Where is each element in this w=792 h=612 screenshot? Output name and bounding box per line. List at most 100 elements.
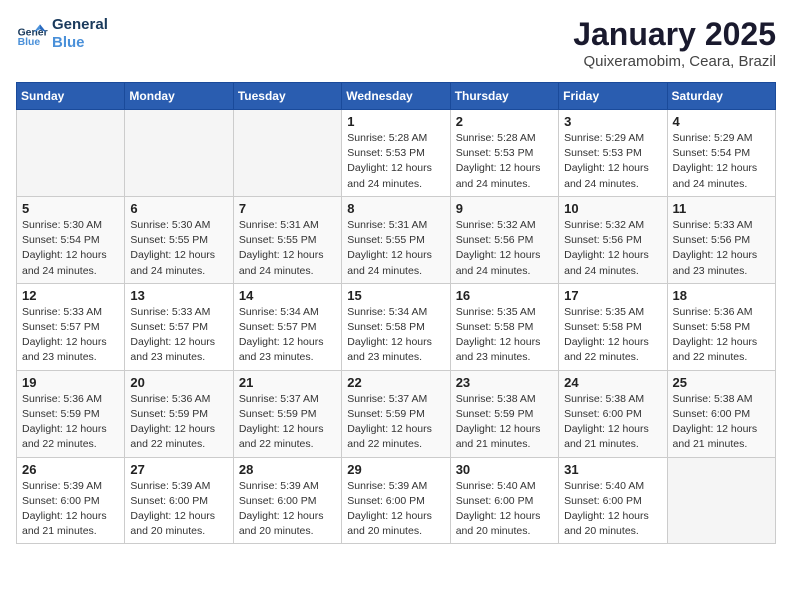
day-info: Sunrise: 5:32 AM Sunset: 5:56 PM Dayligh… — [456, 218, 553, 279]
calendar-cell: 10 Sunrise: 5:32 AM Sunset: 5:56 PM Dayli… — [559, 196, 667, 283]
calendar-cell: 6Sunrise: 5:30 AM Sunset: 5:55 PM Daylig… — [125, 196, 233, 283]
day-info: Sunrise: 5:32 AM Sunset: 5:56 PM Dayligh… — [564, 218, 661, 279]
calendar-cell: 30 Sunrise: 5:40 AM Sunset: 6:00 PM Dayli… — [450, 457, 558, 544]
week-row-2: 5 Sunrise: 5:30 AM Sunset: 5:54 PM Daylig… — [17, 196, 776, 283]
day-number: 1 — [347, 114, 444, 129]
day-info: Sunrise: 5:36 AM Sunset: 5:59 PM Dayligh… — [22, 392, 119, 453]
weekday-header-wednesday: Wednesday — [342, 83, 450, 110]
calendar-cell: 4Sunrise: 5:29 AM Sunset: 5:54 PM Daylig… — [667, 110, 775, 197]
day-info: Sunrise: 5:38 AM Sunset: 6:00 PM Dayligh… — [564, 392, 661, 453]
day-number: 22 — [347, 375, 444, 390]
day-info: Sunrise: 5:36 AM Sunset: 5:59 PM Dayligh… — [130, 392, 227, 453]
logo-icon: General Blue — [16, 18, 48, 50]
day-info: Sunrise: 5:28 AM Sunset: 5:53 PM Dayligh… — [456, 131, 553, 192]
day-info: Sunrise: 5:36 AM Sunset: 5:58 PM Dayligh… — [673, 305, 770, 366]
weekday-header-row: SundayMondayTuesdayWednesdayThursdayFrid… — [17, 83, 776, 110]
day-number: 14 — [239, 288, 336, 303]
calendar-cell: 7 Sunrise: 5:31 AM Sunset: 5:55 PM Daylig… — [233, 196, 341, 283]
day-number: 5 — [22, 201, 119, 216]
calendar-cell: 27Sunrise: 5:39 AM Sunset: 6:00 PM Dayli… — [125, 457, 233, 544]
calendar-cell: 8 Sunrise: 5:31 AM Sunset: 5:55 PM Daylig… — [342, 196, 450, 283]
calendar-cell: 31 Sunrise: 5:40 AM Sunset: 6:00 PM Dayli… — [559, 457, 667, 544]
header: General Blue General Blue January 2025 Q… — [16, 16, 776, 70]
day-number: 25 — [673, 375, 770, 390]
day-number: 29 — [347, 462, 444, 477]
day-number: 3 — [564, 114, 661, 129]
day-info: Sunrise: 5:39 AM Sunset: 6:00 PM Dayligh… — [130, 479, 227, 540]
calendar-cell: 11 Sunrise: 5:33 AM Sunset: 5:56 PM Dayli… — [667, 196, 775, 283]
day-info: Sunrise: 5:40 AM Sunset: 6:00 PM Dayligh… — [456, 479, 553, 540]
day-number: 7 — [239, 201, 336, 216]
calendar-cell — [667, 457, 775, 544]
week-row-3: 12 Sunrise: 5:33 AM Sunset: 5:57 PM Dayli… — [17, 283, 776, 370]
title-block: January 2025 Quixeramobim, Ceara, Brazil — [573, 16, 776, 70]
week-row-1: 1 Sunrise: 5:28 AM Sunset: 5:53 PM Daylig… — [17, 110, 776, 197]
calendar-cell: 14Sunrise: 5:34 AM Sunset: 5:57 PM Dayli… — [233, 283, 341, 370]
day-info: Sunrise: 5:33 AM Sunset: 5:56 PM Dayligh… — [673, 218, 770, 279]
location: Quixeramobim, Ceara, Brazil — [573, 53, 776, 70]
month-title: January 2025 — [573, 16, 776, 53]
calendar-cell: 2 Sunrise: 5:28 AM Sunset: 5:53 PM Daylig… — [450, 110, 558, 197]
day-number: 2 — [456, 114, 553, 129]
day-number: 13 — [130, 288, 227, 303]
calendar-cell: 16 Sunrise: 5:35 AM Sunset: 5:58 PM Dayli… — [450, 283, 558, 370]
day-number: 11 — [673, 201, 770, 216]
day-info: Sunrise: 5:40 AM Sunset: 6:00 PM Dayligh… — [564, 479, 661, 540]
day-number: 12 — [22, 288, 119, 303]
weekday-header-sunday: Sunday — [17, 83, 125, 110]
day-info: Sunrise: 5:33 AM Sunset: 5:57 PM Dayligh… — [22, 305, 119, 366]
day-number: 26 — [22, 462, 119, 477]
weekday-header-friday: Friday — [559, 83, 667, 110]
day-number: 28 — [239, 462, 336, 477]
day-number: 15 — [347, 288, 444, 303]
day-info: Sunrise: 5:39 AM Sunset: 6:00 PM Dayligh… — [22, 479, 119, 540]
calendar-cell: 25 Sunrise: 5:38 AM Sunset: 6:00 PM Dayli… — [667, 370, 775, 457]
day-info: Sunrise: 5:28 AM Sunset: 5:53 PM Dayligh… — [347, 131, 444, 192]
calendar-cell: 26 Sunrise: 5:39 AM Sunset: 6:00 PM Dayli… — [17, 457, 125, 544]
day-info: Sunrise: 5:38 AM Sunset: 5:59 PM Dayligh… — [456, 392, 553, 453]
day-info: Sunrise: 5:31 AM Sunset: 5:55 PM Dayligh… — [239, 218, 336, 279]
day-info: Sunrise: 5:30 AM Sunset: 5:55 PM Dayligh… — [130, 218, 227, 279]
day-info: Sunrise: 5:33 AM Sunset: 5:57 PM Dayligh… — [130, 305, 227, 366]
logo-blue: Blue — [52, 34, 108, 52]
calendar-cell: 21Sunrise: 5:37 AM Sunset: 5:59 PM Dayli… — [233, 370, 341, 457]
day-number: 23 — [456, 375, 553, 390]
calendar-cell — [125, 110, 233, 197]
day-info: Sunrise: 5:39 AM Sunset: 6:00 PM Dayligh… — [239, 479, 336, 540]
day-number: 9 — [456, 201, 553, 216]
calendar-cell: 23 Sunrise: 5:38 AM Sunset: 5:59 PM Dayli… — [450, 370, 558, 457]
calendar-cell: 18 Sunrise: 5:36 AM Sunset: 5:58 PM Dayli… — [667, 283, 775, 370]
week-row-5: 26 Sunrise: 5:39 AM Sunset: 6:00 PM Dayli… — [17, 457, 776, 544]
day-number: 30 — [456, 462, 553, 477]
day-number: 19 — [22, 375, 119, 390]
day-number: 31 — [564, 462, 661, 477]
calendar: SundayMondayTuesdayWednesdayThursdayFrid… — [16, 82, 776, 544]
calendar-cell — [233, 110, 341, 197]
day-info: Sunrise: 5:39 AM Sunset: 6:00 PM Dayligh… — [347, 479, 444, 540]
day-info: Sunrise: 5:35 AM Sunset: 5:58 PM Dayligh… — [456, 305, 553, 366]
weekday-header-tuesday: Tuesday — [233, 83, 341, 110]
logo: General Blue General Blue — [16, 16, 108, 52]
weekday-header-monday: Monday — [125, 83, 233, 110]
calendar-cell: 3 Sunrise: 5:29 AM Sunset: 5:53 PM Daylig… — [559, 110, 667, 197]
day-number: 21 — [239, 375, 336, 390]
calendar-cell: 17Sunrise: 5:35 AM Sunset: 5:58 PM Dayli… — [559, 283, 667, 370]
day-info: Sunrise: 5:31 AM Sunset: 5:55 PM Dayligh… — [347, 218, 444, 279]
day-number: 10 — [564, 201, 661, 216]
calendar-cell: 12 Sunrise: 5:33 AM Sunset: 5:57 PM Dayli… — [17, 283, 125, 370]
calendar-cell: 22Sunrise: 5:37 AM Sunset: 5:59 PM Dayli… — [342, 370, 450, 457]
calendar-cell: 29 Sunrise: 5:39 AM Sunset: 6:00 PM Dayli… — [342, 457, 450, 544]
day-number: 17 — [564, 288, 661, 303]
day-number: 20 — [130, 375, 227, 390]
calendar-cell: 15Sunrise: 5:34 AM Sunset: 5:58 PM Dayli… — [342, 283, 450, 370]
day-info: Sunrise: 5:29 AM Sunset: 5:53 PM Dayligh… — [564, 131, 661, 192]
calendar-cell: 24Sunrise: 5:38 AM Sunset: 6:00 PM Dayli… — [559, 370, 667, 457]
day-number: 18 — [673, 288, 770, 303]
day-info: Sunrise: 5:30 AM Sunset: 5:54 PM Dayligh… — [22, 218, 119, 279]
logo-general: General — [52, 16, 108, 34]
day-number: 16 — [456, 288, 553, 303]
calendar-cell: 13 Sunrise: 5:33 AM Sunset: 5:57 PM Dayli… — [125, 283, 233, 370]
day-info: Sunrise: 5:38 AM Sunset: 6:00 PM Dayligh… — [673, 392, 770, 453]
day-info: Sunrise: 5:29 AM Sunset: 5:54 PM Dayligh… — [673, 131, 770, 192]
day-number: 8 — [347, 201, 444, 216]
